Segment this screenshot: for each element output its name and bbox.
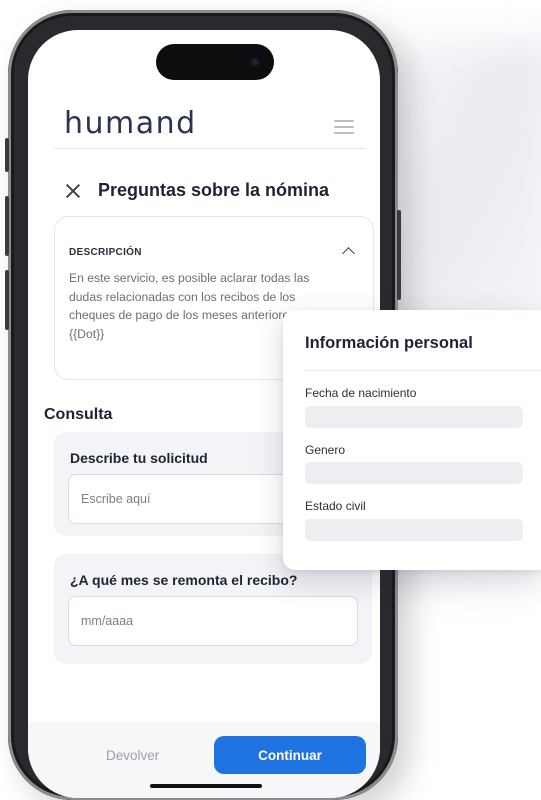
description-heading: DESCRIPCIÓN bbox=[69, 247, 142, 258]
header-divider bbox=[54, 148, 366, 149]
camera-icon bbox=[250, 57, 260, 67]
info-card-title: Información personal bbox=[305, 334, 473, 352]
birthdate-field[interactable] bbox=[305, 406, 523, 428]
dynamic-island bbox=[156, 44, 274, 80]
page-header: Preguntas sobre la nómina bbox=[64, 180, 329, 201]
marital-status-field[interactable] bbox=[305, 519, 523, 541]
chevron-up-icon[interactable] bbox=[342, 247, 355, 260]
home-indicator bbox=[150, 784, 262, 788]
section-title: Consulta bbox=[44, 406, 113, 423]
request-label: Describe tu solicitud bbox=[70, 450, 208, 466]
back-button[interactable]: Devolver bbox=[106, 748, 159, 763]
app-logo: humand bbox=[64, 106, 197, 141]
birthdate-label: Fecha de nacimiento bbox=[305, 386, 417, 400]
personal-info-card: Información personal Fecha de nacimiento… bbox=[283, 310, 541, 570]
page-title: Preguntas sobre la nómina bbox=[98, 180, 330, 200]
power-button bbox=[397, 210, 401, 300]
month-card: ¿A qué mes se remonta el recibo? mm/aaaa bbox=[54, 554, 372, 664]
volume-up-button bbox=[5, 196, 9, 256]
close-icon[interactable] bbox=[64, 182, 82, 200]
gender-label: Genero bbox=[305, 443, 346, 457]
continue-button[interactable]: Continuar bbox=[214, 736, 366, 774]
side-button bbox=[5, 138, 9, 172]
marital-status-label: Estado civil bbox=[305, 499, 366, 513]
volume-down-button bbox=[5, 270, 9, 330]
month-label: ¿A qué mes se remonta el recibo? bbox=[70, 572, 298, 588]
menu-icon[interactable] bbox=[334, 120, 354, 134]
month-input[interactable]: mm/aaaa bbox=[68, 596, 358, 646]
gender-field[interactable] bbox=[305, 462, 523, 484]
bottom-bar: Devolver Continuar bbox=[28, 722, 380, 798]
info-card-divider bbox=[305, 370, 541, 371]
